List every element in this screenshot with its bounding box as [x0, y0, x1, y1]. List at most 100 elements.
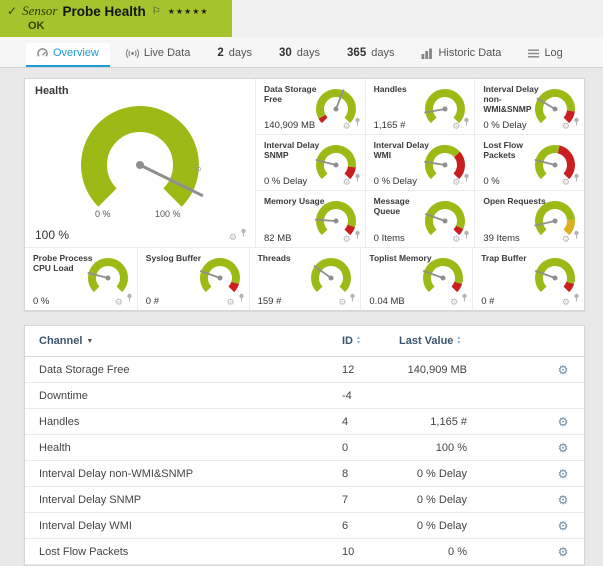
gauge-tile[interactable]: Lost Flow Packets0 %⚙ — [474, 135, 584, 191]
column-header-last-value[interactable]: Last Value ▴▾ — [399, 335, 471, 347]
cell-channel[interactable]: Data Storage Free — [25, 364, 329, 376]
gear-icon[interactable]: ⚙ — [343, 122, 351, 131]
gauge-value: 0 % Delay — [264, 176, 307, 187]
gear-icon[interactable]: ⚙ — [562, 178, 570, 187]
cell-last-value: 140,909 MB — [399, 364, 471, 376]
pin-icon[interactable] — [573, 289, 580, 307]
cell-channel[interactable]: Downtime — [25, 390, 329, 402]
cell-channel[interactable]: Handles — [25, 416, 329, 428]
gauge-tile[interactable]: Data Storage Free140,909 MB⚙ — [255, 79, 365, 135]
gauge-value: 0 Items — [374, 233, 405, 244]
column-header-channel[interactable]: Channel ▼ — [25, 335, 329, 347]
gauge-value: 159 # — [258, 296, 282, 307]
health-gauge-tile[interactable]: Health 0 % 100 % % 100 % ⚙ — [25, 79, 255, 247]
channel-settings-gear-icon[interactable]: ⚙ — [558, 545, 569, 559]
pin-icon[interactable] — [463, 113, 470, 131]
gear-icon[interactable]: ⚙ — [452, 178, 460, 187]
table-row[interactable]: Interval Delay WMI60 % Delay⚙ — [25, 513, 584, 539]
gear-icon[interactable]: ⚙ — [562, 235, 570, 244]
tab-2-days[interactable]: 2days — [206, 43, 263, 67]
table-row[interactable]: Interval Delay SNMP70 % Delay⚙ — [25, 487, 584, 513]
gauge-value: 0 # — [146, 296, 159, 307]
gear-icon[interactable]: ⚙ — [343, 235, 351, 244]
cell-last-value: 0 % Delay — [399, 494, 471, 506]
gauge-tile[interactable]: Interval Delay non-WMI&SNMP0 % Delay⚙ — [474, 79, 584, 135]
pin-icon[interactable] — [354, 113, 361, 131]
tab-live-data[interactable]: Live Data — [115, 43, 201, 67]
gauge-icon — [37, 48, 48, 59]
gear-icon[interactable]: ⚙ — [562, 298, 570, 307]
gauge-tile[interactable]: Toplist Memory0.04 MB⚙ — [360, 248, 472, 310]
gauge-tile[interactable]: Memory Usage82 MB⚙ — [255, 191, 365, 247]
cell-channel[interactable]: Interval Delay WMI — [25, 520, 329, 532]
sort-arrows-icon: ▴▾ — [457, 336, 460, 346]
gauge-tile[interactable]: Probe Process CPU Load0 %⚙ — [25, 248, 137, 310]
gauge-tile[interactable]: Interval Delay SNMP0 % Delay⚙ — [255, 135, 365, 191]
pin-icon[interactable] — [349, 289, 356, 307]
table-body: Data Storage Free12140,909 MB ⚙ Downtime-4… — [25, 357, 584, 565]
table-row[interactable]: Health0100 %⚙ — [25, 435, 584, 461]
pin-icon[interactable] — [463, 226, 470, 244]
gear-icon[interactable]: ⚙ — [452, 235, 460, 244]
table-row[interactable]: Downtime-4 — [25, 383, 584, 409]
gear-icon[interactable]: ⚙ — [227, 298, 235, 307]
tab-historic-data[interactable]: Historic Data — [410, 43, 512, 67]
gauge-tile[interactable]: Trap Buffer0 #⚙ — [472, 248, 584, 310]
tab-30-days[interactable]: 30days — [268, 43, 331, 67]
table-row[interactable]: Handles41,165 #⚙ — [25, 409, 584, 435]
pin-icon[interactable] — [573, 113, 580, 131]
pin-icon[interactable] — [461, 289, 468, 307]
pin-icon[interactable] — [573, 169, 580, 187]
cell-id: 4 — [329, 416, 399, 428]
tab-365-days[interactable]: 365days — [336, 43, 405, 67]
cell-channel[interactable]: Interval Delay SNMP — [25, 494, 329, 506]
gear-icon[interactable]: ⚙ — [343, 178, 351, 187]
pin-icon[interactable] — [238, 289, 245, 307]
column-header-id[interactable]: ID ▴▾ — [329, 335, 399, 347]
channel-settings-gear-icon[interactable]: ⚙ — [558, 441, 569, 455]
gauge-tile[interactable]: Message Queue0 Items⚙ — [365, 191, 475, 247]
channel-settings-gear-icon[interactable]: ⚙ — [558, 493, 569, 507]
gauge-chart — [40, 99, 240, 221]
tab-label: Live Data — [144, 47, 190, 59]
gauge-value: 39 Items — [483, 233, 519, 244]
star-rating[interactable]: ★★★★★ — [168, 7, 209, 16]
tab-log[interactable]: Log — [517, 43, 573, 67]
pin-icon[interactable] — [573, 226, 580, 244]
pin-icon[interactable] — [463, 169, 470, 187]
gear-icon[interactable]: ⚙ — [452, 122, 460, 131]
channel-settings-gear-icon[interactable]: ⚙ — [558, 363, 569, 377]
gauge-tile[interactable]: Interval Delay WMI0 % Delay⚙ — [365, 135, 475, 191]
channels-table: Channel ▼ ID ▴▾ Last Value ▴▾ Data Stora… — [24, 325, 585, 566]
gear-icon[interactable]: ⚙ — [229, 233, 237, 242]
live-icon — [126, 48, 139, 59]
gear-icon[interactable]: ⚙ — [562, 122, 570, 131]
pin-icon[interactable] — [240, 224, 247, 242]
channel-settings-gear-icon[interactable]: ⚙ — [558, 467, 569, 481]
priority-flag-icon[interactable]: ⚐ — [152, 6, 161, 17]
cell-last-value: 100 % — [399, 442, 471, 454]
cell-channel[interactable]: Lost Flow Packets — [25, 546, 329, 558]
gear-icon[interactable]: ⚙ — [450, 298, 458, 307]
channel-settings-gear-icon[interactable]: ⚙ — [558, 415, 569, 429]
tab-overview[interactable]: Overview — [26, 43, 110, 67]
cell-id: 8 — [329, 468, 399, 480]
sort-caret-icon: ▼ — [86, 338, 93, 345]
cell-channel[interactable]: Interval Delay non-WMI&SNMP — [25, 468, 329, 480]
gauge-tile[interactable]: Threads159 #⚙ — [249, 248, 361, 310]
pin-icon[interactable] — [354, 226, 361, 244]
tab-label: days — [371, 47, 394, 59]
gear-icon[interactable]: ⚙ — [338, 298, 346, 307]
table-row[interactable]: Data Storage Free12140,909 MB ⚙ — [25, 357, 584, 383]
gear-icon[interactable]: ⚙ — [115, 298, 123, 307]
gauge-tile[interactable]: Open Requests39 Items⚙ — [474, 191, 584, 247]
cell-id: 12 — [329, 364, 399, 376]
pin-icon[interactable] — [354, 169, 361, 187]
gauge-tile[interactable]: Syslog Buffer0 #⚙ — [137, 248, 249, 310]
channel-settings-gear-icon[interactable]: ⚙ — [558, 519, 569, 533]
cell-channel[interactable]: Health — [25, 442, 329, 454]
table-row[interactable]: Lost Flow Packets100 %⚙ — [25, 539, 584, 565]
gauge-tile[interactable]: Handles1,165 #⚙ — [365, 79, 475, 135]
pin-icon[interactable] — [126, 289, 133, 307]
table-row[interactable]: Interval Delay non-WMI&SNMP80 % Delay⚙ — [25, 461, 584, 487]
